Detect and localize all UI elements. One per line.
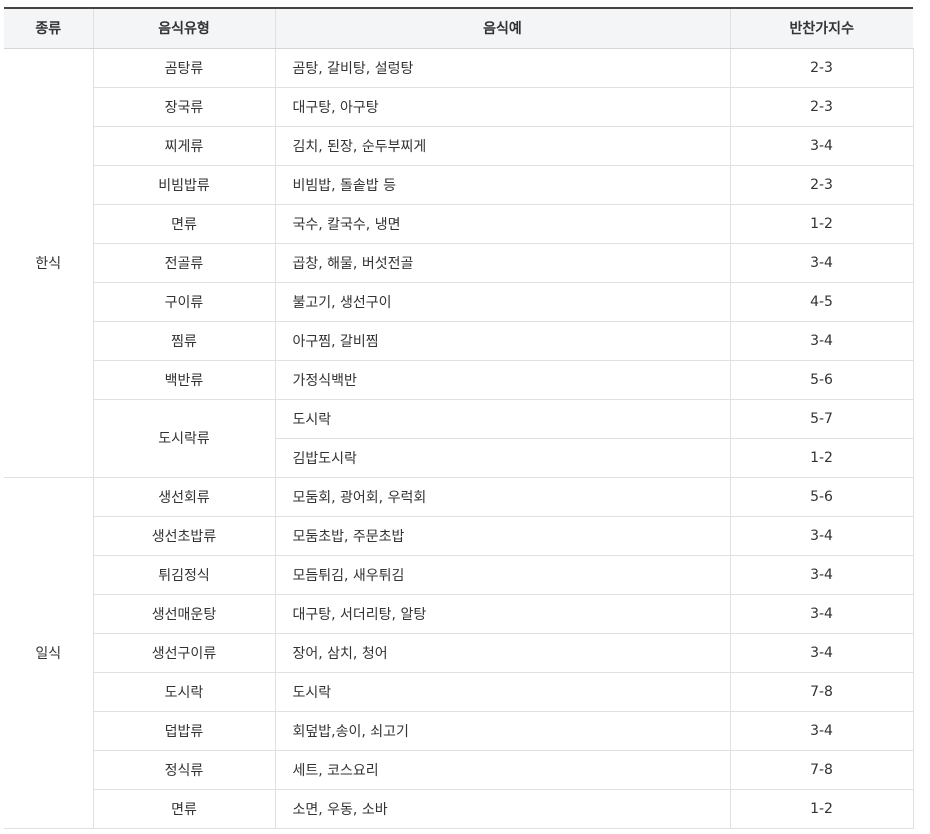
- category-cell: 일식: [4, 477, 93, 829]
- food-type-cell: 생선회류: [92, 477, 275, 517]
- table-row: 찜류 아구찜, 갈비찜 3-4: [4, 321, 914, 361]
- table-row: 찌게류 김치, 된장, 순두부찌게 3-4: [4, 126, 914, 166]
- food-type-cell: 전골류: [92, 243, 275, 283]
- table-row: 비빔밥류 비빔밥, 돌솥밥 등 2-3: [4, 165, 914, 205]
- food-table-container: 종류 음식유형 음식예 반찬가지수 한식 곰탕류 곰탕, 갈비탕, 설렁탕 2-3 장국…: [4, 7, 914, 829]
- table-row: 생선구이류 장어, 삼치, 청어 3-4: [4, 633, 914, 673]
- side-dish-count-cell: 5-7: [729, 399, 914, 439]
- food-example-cell: 비빔밥, 돌솥밥 등: [274, 165, 730, 205]
- food-example-cell: 가정식백반: [274, 360, 730, 400]
- side-dish-count-cell: 3-4: [729, 711, 914, 751]
- food-example-cell: 소면, 우동, 소바: [274, 789, 730, 829]
- table-row: 생선매운탕 대구탕, 서더리탕, 알탕 3-4: [4, 594, 914, 634]
- food-type-cell: 생선구이류: [92, 633, 275, 673]
- food-example-cell: 대구탕, 서더리탕, 알탕: [274, 594, 730, 634]
- food-example-cell: 모둠회, 광어회, 우럭회: [274, 477, 730, 517]
- table-row: 구이류 불고기, 생선구이 4-5: [4, 282, 914, 322]
- food-example-cell: 장어, 삼치, 청어: [274, 633, 730, 673]
- table-row: 튀김정식 모듬튀김, 새우튀김 3-4: [4, 555, 914, 595]
- table-row: 도시락 도시락 7-8: [4, 672, 914, 712]
- food-example-cell: 김치, 된장, 순두부찌게: [274, 126, 730, 166]
- food-example-cell: 회덮밥,송이, 쇠고기: [274, 711, 730, 751]
- header-category: 종류: [4, 7, 93, 49]
- side-dish-count-cell: 2-3: [729, 87, 914, 127]
- food-type-cell: 찜류: [92, 321, 275, 361]
- header-row: 종류 음식유형 음식예 반찬가지수: [4, 7, 913, 49]
- side-dish-count-cell: 3-4: [729, 633, 914, 673]
- food-type-cell: 면류: [92, 204, 275, 244]
- table-body: 한식 곰탕류 곰탕, 갈비탕, 설렁탕 2-3 장국류 대구탕, 아구탕 2-3 찌게류 김치,…: [4, 48, 914, 829]
- food-example-cell: 모듬튀김, 새우튀김: [274, 555, 730, 595]
- table-row: 한식 곰탕류 곰탕, 갈비탕, 설렁탕 2-3: [4, 48, 914, 478]
- side-dish-count-cell: 2-3: [729, 165, 914, 205]
- side-dish-count-cell: 4-5: [729, 282, 914, 322]
- side-dish-count-cell: 1-2: [729, 204, 914, 244]
- side-dish-count-cell: 3-4: [729, 126, 914, 166]
- header-side-dish-count: 반찬가지수: [729, 7, 913, 49]
- table-row: 장국류 대구탕, 아구탕 2-3: [4, 87, 914, 127]
- food-type-cell: 구이류: [92, 282, 275, 322]
- table-row: 전골류 곱창, 해물, 버섯전골 3-4: [4, 243, 914, 283]
- food-type-cell: 정식류: [92, 750, 275, 790]
- table-row: 면류 국수, 칼국수, 냉면 1-2: [4, 204, 914, 244]
- food-type-cell: 비빔밥류: [92, 165, 275, 205]
- food-example-cell: 도시락: [274, 672, 730, 712]
- food-type-cell: 덥밥류: [92, 711, 275, 751]
- food-table: 종류 음식유형 음식예 반찬가지수 한식 곰탕류 곰탕, 갈비탕, 설렁탕 2-3 장국…: [4, 7, 914, 829]
- side-dish-count-cell: 7-8: [729, 672, 914, 712]
- category-cell: 한식: [4, 48, 93, 478]
- food-type-cell: 장국류: [92, 87, 275, 127]
- side-dish-count-cell: 3-4: [729, 321, 914, 361]
- side-dish-count-cell: 7-8: [729, 750, 914, 790]
- table-row: 정식류 세트, 코스요리 7-8: [4, 750, 914, 790]
- food-type-cell: 찌게류: [92, 126, 275, 166]
- header-food-type: 음식유형: [92, 7, 275, 49]
- food-example-cell: 모둠초밥, 주문초밥: [274, 516, 730, 556]
- food-type-cell: 생선매운탕: [92, 594, 275, 634]
- table-row: 일식 생선회류 모둠회, 광어회, 우럭회 5-6: [4, 477, 914, 829]
- table-row: 생선초밥류 모둠초밥, 주문초밥 3-4: [4, 516, 914, 556]
- food-type-cell: 백반류: [92, 360, 275, 400]
- table-row: 면류 소면, 우동, 소바 1-2: [4, 789, 914, 829]
- food-type-cell: 곰탕류: [92, 48, 275, 88]
- food-type-cell: 면류: [92, 789, 275, 829]
- side-dish-count-cell: 3-4: [729, 555, 914, 595]
- header-food-example: 음식예: [274, 7, 730, 49]
- side-dish-count-cell: 3-4: [729, 243, 914, 283]
- side-dish-count-cell: 1-2: [729, 438, 914, 478]
- food-example-cell: 불고기, 생선구이: [274, 282, 730, 322]
- food-example-cell: 도시락: [274, 399, 730, 439]
- food-example-cell: 국수, 칼국수, 냉면: [274, 204, 730, 244]
- food-example-cell: 곰탕, 갈비탕, 설렁탕: [274, 48, 730, 88]
- side-dish-count-cell: 5-6: [729, 477, 914, 517]
- food-type-cell: 도시락: [92, 672, 275, 712]
- side-dish-count-cell: 2-3: [729, 48, 914, 88]
- food-example-cell: 대구탕, 아구탕: [274, 87, 730, 127]
- food-example-cell: 곱창, 해물, 버섯전골: [274, 243, 730, 283]
- food-example-cell: 김밥도시락: [274, 438, 730, 478]
- food-example-cell: 세트, 코스요리: [274, 750, 730, 790]
- table-row: 덥밥류 회덮밥,송이, 쇠고기 3-4: [4, 711, 914, 751]
- table-header: 종류 음식유형 음식예 반찬가지수: [4, 7, 913, 49]
- food-example-cell: 아구찜, 갈비찜: [274, 321, 730, 361]
- side-dish-count-cell: 5-6: [729, 360, 914, 400]
- side-dish-count-cell: 1-2: [729, 789, 914, 829]
- table-row: 도시락류 도시락 5-7: [4, 399, 914, 478]
- side-dish-count-cell: 3-4: [729, 594, 914, 634]
- food-type-cell: 도시락류: [92, 399, 275, 478]
- food-type-cell: 튀김정식: [92, 555, 275, 595]
- side-dish-count-cell: 3-4: [729, 516, 914, 556]
- table-row: 백반류 가정식백반 5-6: [4, 360, 914, 400]
- food-type-cell: 생선초밥류: [92, 516, 275, 556]
